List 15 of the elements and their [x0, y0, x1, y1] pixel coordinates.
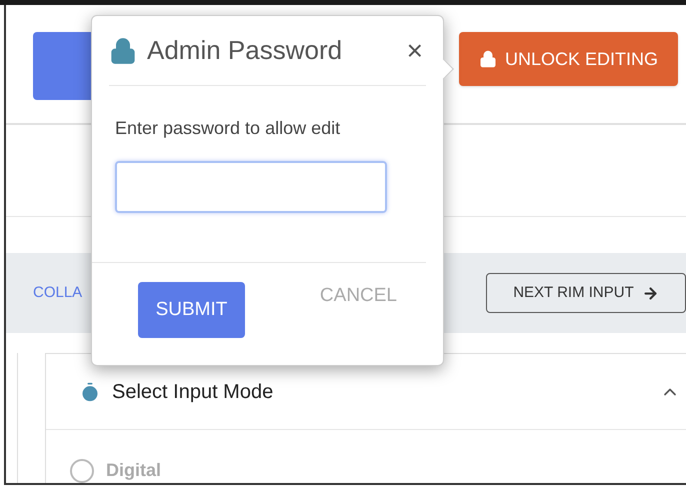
section-title: Select Input Mode: [112, 380, 274, 404]
password-field[interactable]: [115, 161, 387, 213]
submit-button[interactable]: SUBMIT: [138, 282, 245, 338]
lock-icon: [478, 50, 497, 68]
close-button[interactable]: ×: [406, 36, 423, 64]
stopwatch-icon: [80, 382, 100, 402]
radio-button[interactable]: [70, 458, 94, 482]
prompt-text: Enter password to allow edit: [115, 117, 342, 140]
next-button[interactable]: NEXT RIM INPUT: [486, 273, 686, 313]
option-label: Digital: [106, 459, 162, 482]
lock-icon: [109, 36, 137, 64]
cancel-button[interactable]: CANCEL: [320, 282, 397, 310]
dialog-title: Admin Password: [147, 34, 342, 67]
unlock-button[interactable]: UNLOCK EDITING: [459, 32, 678, 86]
collapse-link[interactable]: COLLA: [33, 282, 82, 304]
